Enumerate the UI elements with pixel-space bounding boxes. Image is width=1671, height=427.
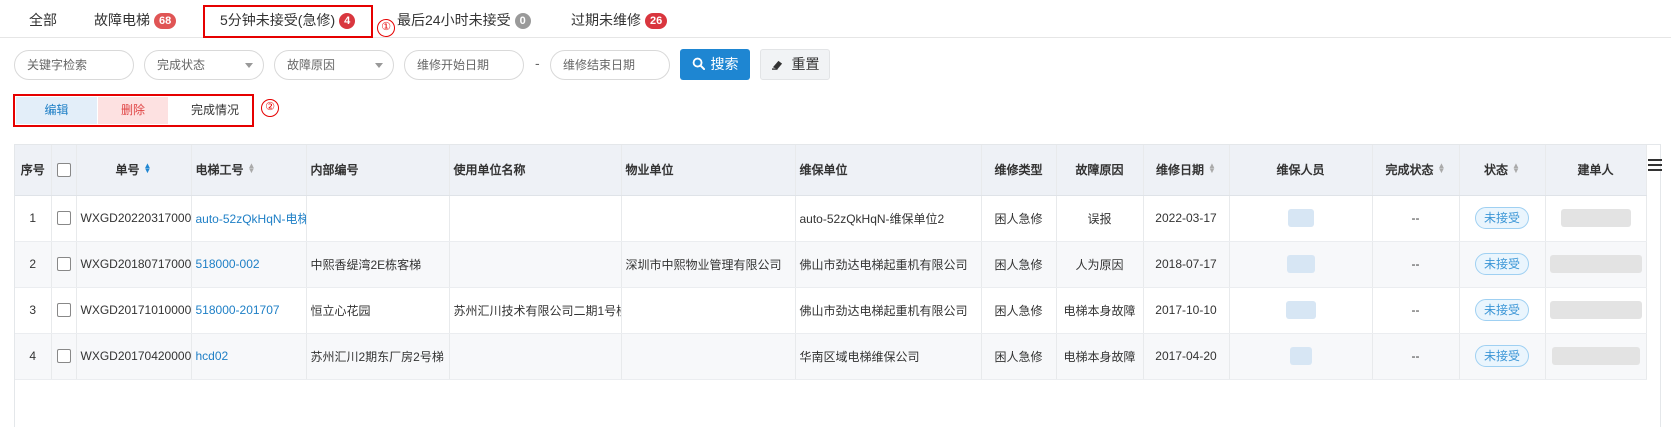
blurred-staff — [1289, 347, 1312, 365]
header-repair-type: 维修类型 — [981, 145, 1057, 196]
reset-button[interactable]: 重置 — [760, 49, 830, 80]
header-fault-reason: 故障原因 — [1056, 145, 1144, 196]
elevator-link[interactable]: hcd02 — [191, 333, 307, 380]
keyword-search-input[interactable]: 关键字检索 — [14, 50, 134, 80]
count-badge: 0 — [514, 13, 531, 29]
sort-icon[interactable]: ▲ ▼ — [1438, 162, 1446, 175]
date-separator: - — [535, 55, 540, 71]
table-row[interactable]: 2 WXGD20180717000 518000-002 中熙香缇湾2E栋客梯 … — [15, 241, 1647, 288]
blurred-staff — [1285, 301, 1316, 319]
blurred-creator — [1549, 301, 1642, 319]
elevator-link[interactable]: 518000-002 — [191, 241, 307, 288]
blurred-creator — [1560, 209, 1631, 227]
elevator-link[interactable]: auto-52zQkHqN-电梯 — [191, 195, 307, 242]
header-user-unit: 使用单位名称 — [449, 145, 622, 196]
eraser-icon — [771, 60, 782, 70]
sort-icon[interactable]: ▲ ▼ — [1512, 162, 1520, 175]
column-menu-icon[interactable] — [1648, 159, 1662, 173]
annotation-marker-2: ② — [261, 99, 279, 117]
count-badge: 26 — [645, 13, 668, 29]
annotation-highlight-box — [13, 94, 254, 127]
header-maintenance-staff: 维保人员 — [1229, 145, 1373, 196]
search-button[interactable]: 搜索 — [680, 49, 750, 80]
sort-icon[interactable]: ▲ ▼ — [248, 162, 256, 175]
header-repair-date[interactable]: 维修日期 ▲ ▼ — [1143, 145, 1230, 196]
select-all-checkbox[interactable] — [56, 163, 71, 178]
header-status[interactable]: 状态 ▲ ▼ — [1459, 145, 1546, 196]
work-order-table: 序号 单号 ▲ ▼ 电梯工号 ▲ ▼ 内部编号 使用单位名称 物业单位 维保单位 维修类… — [14, 144, 1662, 427]
blurred-staff — [1287, 209, 1314, 227]
row-checkbox[interactable] — [56, 211, 71, 226]
header-internal-no: 内部编号 — [306, 145, 450, 196]
table-row[interactable]: 3 WXGD20171010000 518000-201707 恒立心花园 苏州… — [15, 287, 1647, 334]
status-badge: 未接受 — [1474, 253, 1529, 275]
end-date-input[interactable]: 维修结束日期 — [550, 50, 670, 80]
fault-reason-select[interactable]: 故障原因 — [274, 50, 394, 80]
tab-faulty-elevators[interactable]: 故障电梯 68 — [94, 9, 177, 31]
row-checkbox[interactable] — [56, 257, 71, 272]
start-date-input[interactable]: 维修开始日期 — [404, 50, 524, 80]
header-completion-status[interactable]: 完成状态 ▲ ▼ — [1372, 145, 1460, 196]
status-badge: 未接受 — [1474, 207, 1529, 229]
status-badge: 未接受 — [1474, 299, 1529, 321]
blurred-creator — [1549, 255, 1642, 273]
annotation-marker-1: ① — [377, 19, 395, 37]
table-header-row: 序号 单号 ▲ ▼ 电梯工号 ▲ ▼ 内部编号 使用单位名称 物业单位 维保单位 维修类… — [15, 145, 1647, 196]
elevator-link[interactable]: 518000-201707 — [191, 287, 307, 334]
tab-all[interactable]: 全部 — [29, 9, 57, 31]
blurred-creator — [1551, 347, 1640, 365]
annotation-highlight-box — [203, 5, 373, 38]
status-badge: 未接受 — [1474, 345, 1529, 367]
header-creator: 建单人 — [1545, 145, 1647, 196]
header-maintenance-unit: 维保单位 — [795, 145, 982, 196]
header-property-unit: 物业单位 — [621, 145, 796, 196]
count-badge: 68 — [154, 13, 177, 29]
sort-icon[interactable]: ▲ ▼ — [144, 162, 152, 175]
tab-overdue[interactable]: 过期未维修 26 — [571, 9, 668, 31]
tab-24h-unaccepted[interactable]: 最后24小时未接受 0 — [397, 9, 531, 31]
header-select-all[interactable] — [51, 145, 77, 196]
row-checkbox[interactable] — [56, 349, 71, 364]
search-icon — [692, 57, 705, 71]
table-row[interactable]: 1 WXGD20220317000 auto-52zQkHqN-电梯 auto-… — [15, 195, 1647, 242]
completion-status-select[interactable]: 完成状态 — [144, 50, 264, 80]
header-elevator-no[interactable]: 电梯工号 ▲ ▼ — [191, 145, 307, 196]
sort-icon[interactable]: ▲ ▼ — [1208, 162, 1216, 175]
blurred-staff — [1286, 255, 1315, 273]
table-row[interactable]: 4 WXGD20170420000 hcd02 苏州汇川2期东厂房2号梯 华南区… — [15, 333, 1647, 380]
header-order-no[interactable]: 单号 ▲ ▼ — [76, 145, 192, 196]
header-index: 序号 — [15, 145, 52, 196]
row-checkbox[interactable] — [56, 303, 71, 318]
